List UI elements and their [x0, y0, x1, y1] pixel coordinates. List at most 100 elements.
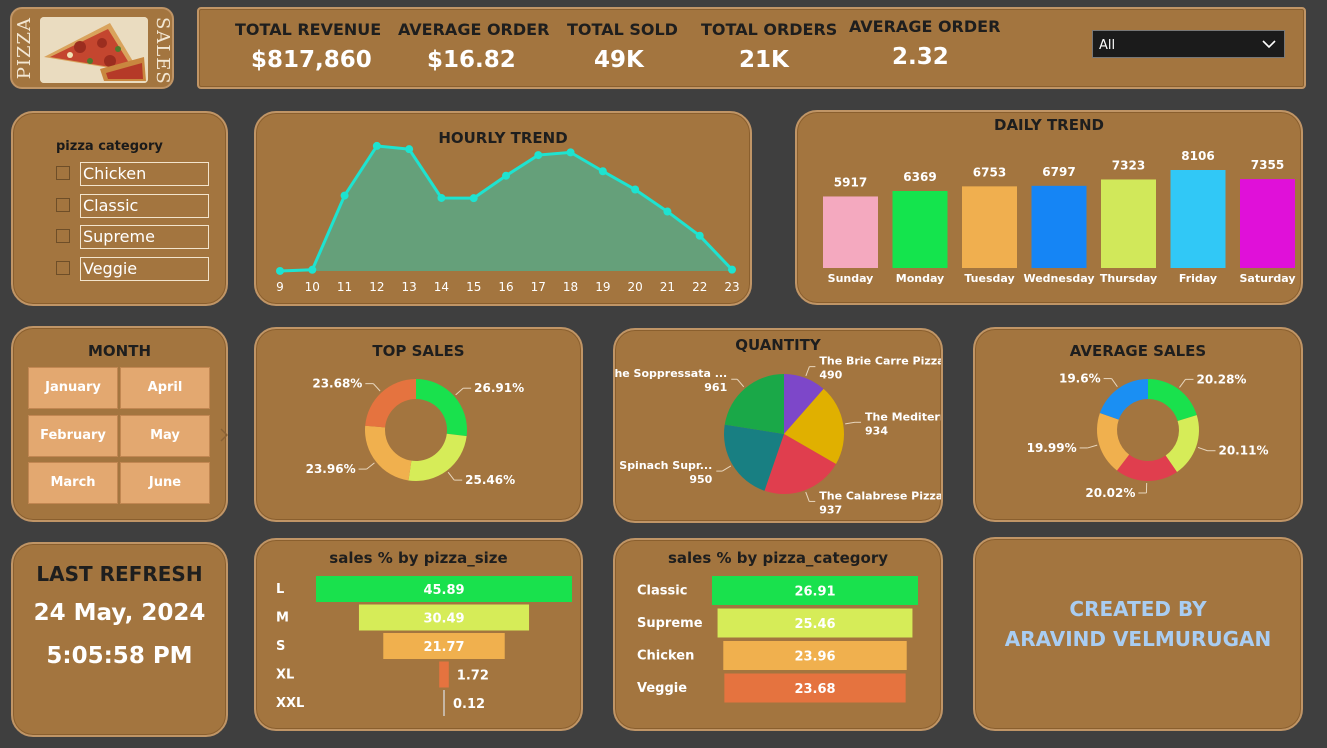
category-label: Veggie	[637, 681, 687, 696]
kpi-value-average-order-value: $16.82	[427, 47, 516, 73]
bar-value-label: 7355	[1251, 158, 1284, 172]
last-refresh-date: 24 May, 2024	[33, 600, 206, 626]
credit-card: CREATED BY ARAVIND VELMURUGAN	[973, 537, 1303, 731]
last-refresh-title: LAST REFRESH	[36, 562, 203, 586]
sales-by-size-chart: L 45.89 M 30.49 S 21.77 XL 1.72 XXL 0.12	[276, 576, 572, 716]
kpi-label-average-order-value: AVERAGE ORDER	[398, 20, 550, 39]
slice	[724, 374, 784, 434]
last-refresh-time: 5:05:58 PM	[46, 643, 193, 669]
hourly-trend-chart: 9 10 11 12 13 14 15 16 17 18 19 20 21 22 23	[276, 141, 740, 294]
bar-value-label: 26.91	[794, 585, 835, 600]
leader-line	[455, 387, 464, 396]
slicer-item-veggie[interactable]: Veggie	[54, 257, 210, 281]
x-tick-label: Monday	[896, 272, 944, 285]
chevron-right-icon[interactable]	[220, 428, 228, 442]
slice-label: 23.96%	[306, 462, 356, 476]
chevron-down-icon	[1262, 40, 1276, 49]
credit-line-1: CREATED BY	[1069, 597, 1207, 621]
quantity-chart: The Brie Carre Pizza490The Mediterra...9…	[615, 355, 941, 517]
slice	[1148, 379, 1197, 421]
last-refresh-card: LAST REFRESH 24 May, 2024 5:05:58 PM	[11, 542, 228, 737]
leader-line	[372, 383, 381, 392]
filter-dropdown-value: All	[1099, 38, 1116, 53]
month-button-march[interactable]: March	[28, 462, 118, 504]
kpi-label-average-order-qty: AVERAGE ORDER	[849, 17, 1001, 36]
daily-bar	[892, 191, 948, 268]
hourly-point	[405, 145, 414, 154]
slice-value: 490	[819, 369, 842, 382]
checkbox[interactable]	[56, 166, 70, 180]
logo-word-sales: SALES	[152, 17, 173, 85]
hourly-point	[566, 148, 575, 157]
bar-value-label: 21.77	[423, 640, 464, 655]
month-button-june[interactable]: June	[120, 462, 210, 504]
hourly-point	[372, 141, 381, 150]
slice-label: The Mediterra...	[865, 410, 941, 423]
slicer-item-chicken[interactable]: Chicken	[54, 162, 210, 186]
leader-line	[845, 421, 856, 425]
bar-value-label: 6369	[903, 170, 936, 184]
kpi-label-total-revenue: TOTAL REVENUE	[235, 20, 382, 39]
slicer-item-label: Chicken	[80, 162, 209, 186]
checkbox[interactable]	[56, 198, 70, 212]
month-button-april[interactable]: April	[120, 367, 210, 409]
x-tick-label: 23	[724, 280, 739, 294]
slicer-item-label: Veggie	[80, 257, 209, 281]
month-button-february[interactable]: February	[28, 415, 118, 457]
daily-bar	[823, 196, 878, 268]
quantity-card: QUANTITY The Brie Carre Pizza 490 The Medi…	[613, 328, 943, 523]
category-label: Supreme	[637, 616, 703, 631]
slice-label: 23.68%	[312, 377, 362, 391]
funnel-bar	[439, 661, 449, 688]
kpi-value-total-revenue: $817,860	[251, 47, 372, 73]
bar-value-label: 23.96	[794, 650, 835, 665]
bar-value-label: 25.46	[794, 617, 835, 632]
filter-dropdown[interactable]: All	[1092, 30, 1285, 58]
logo-word-pizza: PIZZA	[14, 17, 35, 80]
checkbox[interactable]	[56, 229, 70, 243]
leader-line	[805, 491, 810, 502]
x-tick-label: 19	[595, 280, 610, 294]
top-sales-card: TOP SALES 26.91% 25.46% 23.96% 23.68%	[254, 327, 583, 522]
slice-label: 25.46%	[465, 473, 515, 487]
kpi-value-average-order-qty: 2.32	[892, 44, 949, 70]
x-tick-label: 12	[369, 280, 384, 294]
x-tick-label: 11	[337, 280, 352, 294]
category-label: S	[276, 639, 285, 654]
slice-label: 20.02%	[1085, 486, 1135, 500]
month-button-may[interactable]: May	[120, 415, 210, 457]
pizza-sales-logo: PIZZA SALES	[10, 7, 174, 89]
hourly-point	[502, 171, 510, 180]
slice-value: 950	[689, 473, 712, 486]
slice-value: 934	[865, 424, 888, 437]
x-tick-label: Sunday	[828, 272, 874, 285]
slice	[1099, 379, 1148, 420]
slice-label: 19.99%	[1027, 441, 1077, 455]
category-label: XL	[276, 668, 294, 683]
slice-label: The Spinach Supr...	[615, 459, 712, 472]
slicer-item-classic[interactable]: Classic	[54, 194, 210, 218]
bar-value-label: 6753	[973, 165, 1006, 179]
bar-value-label: 5917	[834, 175, 867, 189]
daily-bar	[1170, 170, 1226, 268]
x-tick-label: 20	[628, 280, 643, 294]
x-tick-label: Wednesday	[1023, 272, 1094, 285]
average-sales-chart: 20.28% 20.11% 20.02% 19.99% 19.6%	[1027, 372, 1269, 500]
month-button-january[interactable]: January	[28, 367, 118, 409]
kpi-label-total-orders: TOTAL ORDERS	[701, 20, 838, 39]
bar-value-label: 8106	[1181, 149, 1214, 163]
slicer-item-supreme[interactable]: Supreme	[54, 225, 210, 249]
x-tick-label: 16	[498, 280, 513, 294]
hourly-point	[437, 193, 446, 202]
slicer-item-label: Classic	[80, 194, 209, 218]
leader-line	[1111, 378, 1118, 388]
checkbox[interactable]	[56, 261, 70, 275]
bar-value-label: 1.72	[457, 669, 489, 684]
x-tick-label: 21	[660, 280, 675, 294]
sales-by-size-card: sales % by pizza_size L 45.89 M 30.49 S 21.77…	[254, 538, 583, 731]
sales-by-category-chart: Classic 26.91 Supreme 25.46 Chicken 23.96 Vegg…	[637, 576, 918, 703]
x-tick-label: Thursday	[1100, 272, 1157, 285]
slice-label: The Soppressata ...	[615, 367, 727, 380]
x-tick-label: 14	[434, 280, 449, 294]
leader-line	[1197, 446, 1208, 452]
